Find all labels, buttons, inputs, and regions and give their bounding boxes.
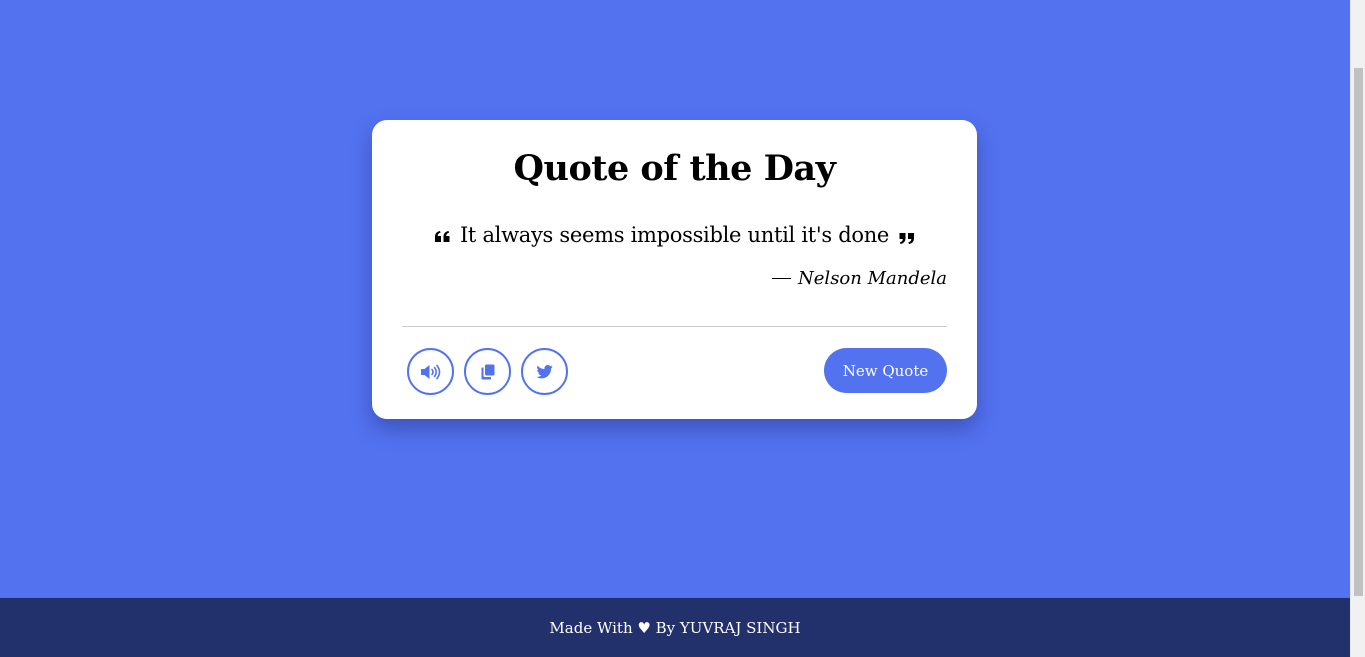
speech-button[interactable]: [407, 348, 454, 395]
quote-text: It always seems impossible until it's do…: [459, 223, 890, 247]
scrollbar[interactable]: [1350, 0, 1365, 657]
author-name: Nelson Mandela: [798, 268, 947, 289]
author: Nelson Mandela: [772, 268, 947, 289]
page: Quote of the Day It always seems impossi…: [0, 0, 1350, 657]
copy-icon: [481, 364, 495, 380]
author-dash: [772, 277, 792, 280]
footer-prefix: Made With: [549, 618, 638, 637]
quote-area: It always seems impossible until it's do…: [372, 223, 977, 247]
volume-icon: [420, 364, 442, 380]
divider: [402, 326, 947, 327]
twitter-icon: [536, 364, 553, 379]
card-title: Quote of the Day: [513, 148, 836, 189]
copy-button[interactable]: [464, 348, 511, 395]
quote-left-icon: [434, 231, 450, 242]
quote-right-icon: [899, 233, 915, 244]
footer: Made With ♥ By YUVRAJ SINGH: [0, 598, 1350, 657]
footer-suffix: By YUVRAJ SINGH: [650, 618, 801, 637]
quote-card: Quote of the Day It always seems impossi…: [372, 120, 977, 419]
twitter-button[interactable]: [521, 348, 568, 395]
scrollbar-thumb[interactable]: [1354, 68, 1363, 596]
new-quote-button[interactable]: New Quote: [824, 348, 947, 393]
heart-icon: ♥: [637, 618, 651, 637]
